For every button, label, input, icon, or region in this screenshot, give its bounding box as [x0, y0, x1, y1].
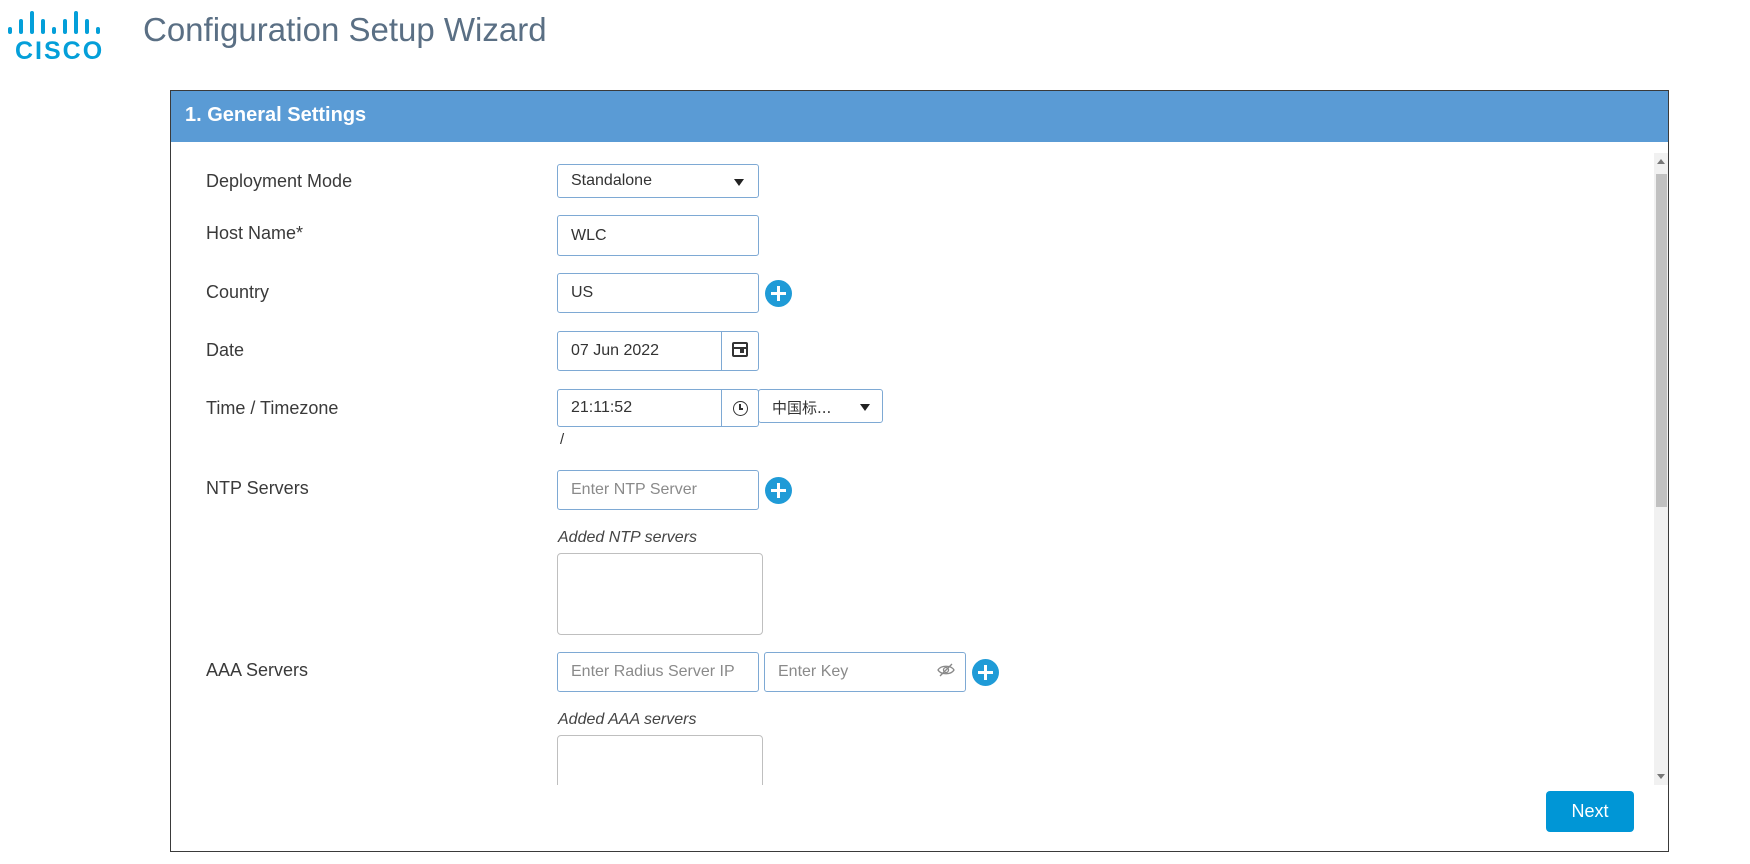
section-title: 1. General Settings: [185, 104, 367, 126]
added-ntp-servers-label: Added NTP servers: [558, 529, 698, 546]
timezone-value: 中国标...: [772, 399, 832, 417]
ntp-server-placeholder: Enter NTP Server: [571, 481, 697, 498]
scroll-down-icon[interactable]: [1657, 774, 1665, 779]
host-name-value: WLC: [571, 227, 607, 244]
date-input[interactable]: 07 Jun 2022: [557, 331, 759, 371]
add-country-icon[interactable]: [765, 280, 792, 307]
host-name-input[interactable]: WLC: [557, 215, 759, 256]
form-scrollbar[interactable]: [1654, 153, 1668, 785]
add-ntp-server-icon[interactable]: [765, 477, 792, 504]
ntp-servers-label: NTP Servers: [206, 478, 309, 498]
cisco-logo: CISCO: [8, 6, 114, 65]
scroll-up-icon[interactable]: [1657, 159, 1665, 164]
add-aaa-server-icon[interactable]: [972, 659, 999, 686]
clock-icon: [733, 401, 748, 416]
date-label: Date: [206, 340, 245, 360]
cisco-logo-text: CISCO: [15, 37, 105, 65]
scroll-thumb[interactable]: [1656, 174, 1667, 507]
deployment-mode-value: Standalone: [571, 172, 652, 189]
host-name-label: Host Name*: [206, 223, 304, 243]
settings-form: Deployment Mode Standalone Host Name* WL…: [171, 153, 1654, 785]
chevron-down-icon: [860, 404, 870, 411]
timezone-select[interactable]: 中国标...: [758, 389, 883, 423]
time-value: 21:11:52: [571, 399, 633, 416]
ntp-server-input[interactable]: Enter NTP Server: [557, 470, 759, 510]
radius-server-ip-input[interactable]: Enter Radius Server IP: [557, 652, 759, 692]
time-timezone-label: Time / Timezone: [206, 398, 339, 418]
deployment-mode-select[interactable]: Standalone: [557, 164, 759, 198]
added-aaa-servers-list[interactable]: [557, 735, 763, 785]
radius-key-input[interactable]: Enter Key: [764, 652, 966, 692]
time-picker-button[interactable]: [721, 390, 758, 426]
date-value: 07 Jun 2022: [571, 342, 660, 359]
country-label: Country: [206, 282, 270, 302]
country-input[interactable]: US: [557, 273, 759, 313]
wizard-panel: 1. General Settings Deployment Mode Stan…: [170, 90, 1669, 852]
app-header: CISCO Configuration Setup Wizard: [0, 0, 1750, 70]
radius-key-placeholder: Enter Key: [778, 663, 849, 680]
radius-server-ip-placeholder: Enter Radius Server IP: [571, 663, 735, 680]
added-aaa-servers-label: Added AAA servers: [558, 711, 697, 728]
page-title: Configuration Setup Wizard: [143, 11, 547, 48]
chevron-down-icon: [734, 179, 744, 186]
time-input[interactable]: 21:11:52: [557, 389, 759, 427]
next-button[interactable]: Next: [1546, 791, 1634, 832]
calendar-icon: [732, 342, 748, 357]
eye-slash-icon[interactable]: [937, 663, 955, 677]
date-picker-button[interactable]: [721, 332, 758, 370]
time-separator: /: [560, 431, 565, 448]
country-value: US: [571, 284, 594, 301]
deployment-mode-label: Deployment Mode: [206, 171, 353, 191]
added-ntp-servers-list[interactable]: [557, 553, 763, 635]
aaa-servers-label: AAA Servers: [206, 660, 309, 680]
section-header: 1. General Settings: [171, 91, 1668, 142]
